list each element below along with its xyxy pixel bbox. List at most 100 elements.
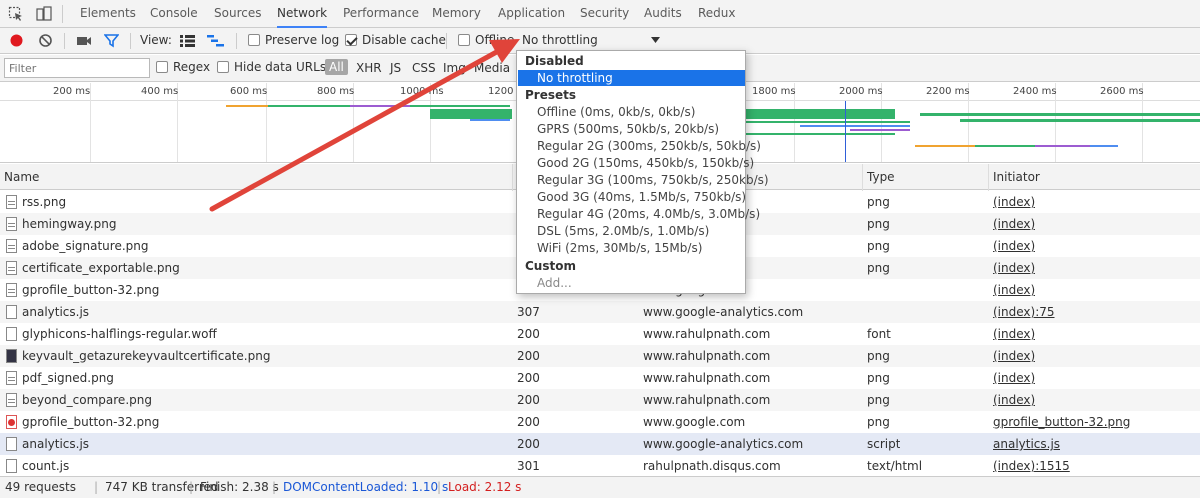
tab-memory[interactable]: Memory bbox=[432, 0, 481, 28]
timing-bar bbox=[745, 133, 895, 135]
menu-item-preset[interactable]: Good 3G (40ms, 1.5Mb/s, 750kb/s) bbox=[537, 190, 746, 204]
disable-cache-label[interactable]: Disable cache bbox=[362, 33, 446, 47]
cell-name: analytics.js bbox=[22, 437, 90, 451]
file-icon bbox=[6, 217, 17, 231]
menu-item-preset[interactable]: Regular 2G (300ms, 250kb/s, 50kb/s) bbox=[537, 139, 761, 153]
menu-item-preset[interactable]: WiFi (2ms, 30Mb/s, 15Mb/s) bbox=[537, 241, 702, 255]
status-divider: | bbox=[437, 480, 442, 494]
table-row[interactable]: keyvault_getazurekeyvaultcertificate.png… bbox=[0, 345, 1200, 367]
type-filter-img[interactable]: Img bbox=[443, 61, 466, 75]
menu-item-no-throttling[interactable]: No throttling bbox=[518, 70, 745, 86]
type-filter-js[interactable]: JS bbox=[390, 61, 401, 75]
waterfall-overview-icon[interactable] bbox=[207, 35, 224, 47]
table-row[interactable]: glyphicons-halflings-regular.woff 200 www.… bbox=[0, 323, 1200, 345]
type-filter-xhr[interactable]: XHR bbox=[356, 61, 382, 75]
filter-funnel-icon[interactable] bbox=[104, 33, 119, 48]
preserve-log-checkbox[interactable] bbox=[248, 34, 260, 46]
regex-checkbox[interactable] bbox=[156, 61, 168, 73]
column-header-type[interactable]: Type bbox=[863, 164, 895, 190]
table-row[interactable]: gprofile_button-32.png 200 www.google.com p… bbox=[0, 411, 1200, 433]
large-rows-icon[interactable] bbox=[180, 35, 195, 47]
clear-icon[interactable] bbox=[38, 33, 53, 48]
file-icon bbox=[6, 459, 17, 473]
filter-input[interactable] bbox=[4, 58, 150, 78]
tab-console[interactable]: Console bbox=[150, 0, 198, 28]
type-filter-css[interactable]: CSS bbox=[412, 61, 436, 75]
cell-name: glyphicons-halflings-regular.woff bbox=[22, 327, 217, 341]
menu-item-preset[interactable]: Good 2G (150ms, 450kb/s, 150kb/s) bbox=[537, 156, 754, 170]
tick-label: 1800 ms bbox=[752, 86, 796, 97]
tab-bar-divider bbox=[62, 5, 63, 23]
table-row[interactable]: beyond_compare.png 200 www.rahulpnath.com p… bbox=[0, 389, 1200, 411]
cell-type: font bbox=[867, 327, 891, 341]
regex-label[interactable]: Regex bbox=[173, 60, 210, 74]
table-row[interactable]: analytics.js 200 www.google-analytics.com s… bbox=[0, 433, 1200, 455]
cell-name: pdf_signed.png bbox=[22, 371, 114, 385]
offline-label[interactable]: Offline bbox=[475, 33, 514, 47]
menu-item-preset[interactable]: Regular 4G (20ms, 4.0Mb/s, 3.0Mb/s) bbox=[537, 207, 760, 221]
cell-status: 307 bbox=[517, 305, 540, 319]
devtools-tab-bar: Elements Console Sources Network Perform… bbox=[0, 0, 1200, 28]
screenshot-camera-icon[interactable] bbox=[76, 34, 92, 47]
cell-initiator[interactable]: analytics.js bbox=[993, 433, 1060, 455]
cell-initiator[interactable]: (index) bbox=[993, 257, 1035, 279]
hide-data-urls-label[interactable]: Hide data URLs bbox=[234, 60, 326, 74]
table-row[interactable]: pdf_signed.png 200 www.rahulpnath.com png (i… bbox=[0, 367, 1200, 389]
cell-initiator[interactable]: (index) bbox=[993, 389, 1035, 411]
cell-type: png bbox=[867, 349, 890, 363]
type-filter-media[interactable]: Media bbox=[474, 61, 510, 75]
table-row[interactable]: analytics.js 307 www.google-analytics.com (… bbox=[0, 301, 1200, 323]
cell-initiator[interactable]: (index) bbox=[993, 345, 1035, 367]
cell-status: 301 bbox=[517, 459, 540, 473]
inspect-element-icon[interactable] bbox=[8, 6, 24, 22]
menu-item-preset[interactable]: Regular 3G (100ms, 750kb/s, 250kb/s) bbox=[537, 173, 769, 187]
view-label: View: bbox=[140, 33, 172, 47]
cell-name: keyvault_getazurekeyvaultcertificate.png bbox=[22, 349, 271, 363]
preserve-log-label[interactable]: Preserve log bbox=[265, 33, 339, 47]
file-icon bbox=[6, 371, 17, 385]
hide-data-urls-checkbox[interactable] bbox=[217, 61, 229, 73]
file-icon bbox=[6, 349, 17, 363]
menu-item-preset[interactable]: DSL (5ms, 2.0Mb/s, 1.0Mb/s) bbox=[537, 224, 709, 238]
cell-name: rss.png bbox=[22, 195, 67, 209]
cell-initiator[interactable]: (index) bbox=[993, 367, 1035, 389]
tab-redux[interactable]: Redux bbox=[698, 0, 736, 28]
dom-content-loaded-time: DOMContentLoaded: 1.10 s bbox=[283, 480, 449, 494]
cell-type: png bbox=[867, 393, 890, 407]
tab-elements[interactable]: Elements bbox=[80, 0, 136, 28]
record-icon[interactable] bbox=[9, 33, 24, 48]
column-header-initiator[interactable]: Initiator bbox=[989, 164, 1040, 190]
tab-audits[interactable]: Audits bbox=[644, 0, 682, 28]
timing-bar bbox=[1090, 145, 1118, 147]
chevron-down-icon[interactable] bbox=[651, 37, 660, 44]
throttling-select[interactable]: No throttling bbox=[522, 33, 598, 47]
cell-initiator[interactable]: (index) bbox=[993, 323, 1035, 345]
cell-domain: www.google-analytics.com bbox=[643, 305, 804, 319]
disable-cache-checkbox[interactable] bbox=[345, 34, 357, 46]
device-toolbar-icon[interactable] bbox=[36, 6, 52, 22]
column-header-name[interactable]: Name bbox=[0, 164, 39, 190]
cell-initiator[interactable]: gprofile_button-32.png bbox=[993, 411, 1130, 433]
offline-checkbox[interactable] bbox=[458, 34, 470, 46]
timing-bar bbox=[960, 119, 1200, 122]
table-row[interactable]: count.js 301 rahulpnath.disqus.com text/htm… bbox=[0, 455, 1200, 476]
cell-initiator[interactable]: (index) bbox=[993, 213, 1035, 235]
type-filter-all[interactable]: All bbox=[325, 59, 348, 75]
cell-initiator[interactable]: (index) bbox=[993, 279, 1035, 301]
file-icon bbox=[6, 437, 17, 451]
tab-application[interactable]: Application bbox=[498, 0, 565, 28]
tab-sources[interactable]: Sources bbox=[214, 0, 261, 28]
menu-item-preset[interactable]: Offline (0ms, 0kb/s, 0kb/s) bbox=[537, 105, 695, 119]
tab-performance[interactable]: Performance bbox=[343, 0, 419, 28]
tab-security[interactable]: Security bbox=[580, 0, 629, 28]
cell-type: text/html bbox=[867, 459, 923, 473]
cell-name: certificate_exportable.png bbox=[22, 261, 180, 275]
cell-initiator[interactable]: (index):75 bbox=[993, 301, 1055, 323]
tab-network[interactable]: Network bbox=[277, 0, 328, 28]
menu-item-add-custom[interactable]: Add... bbox=[537, 276, 572, 290]
cell-initiator[interactable]: (index) bbox=[993, 191, 1035, 213]
cell-initiator[interactable]: (index) bbox=[993, 235, 1035, 257]
timing-bar bbox=[745, 109, 895, 119]
menu-item-preset[interactable]: GPRS (500ms, 50kb/s, 20kb/s) bbox=[537, 122, 719, 136]
cell-initiator[interactable]: (index):1515 bbox=[993, 455, 1070, 476]
